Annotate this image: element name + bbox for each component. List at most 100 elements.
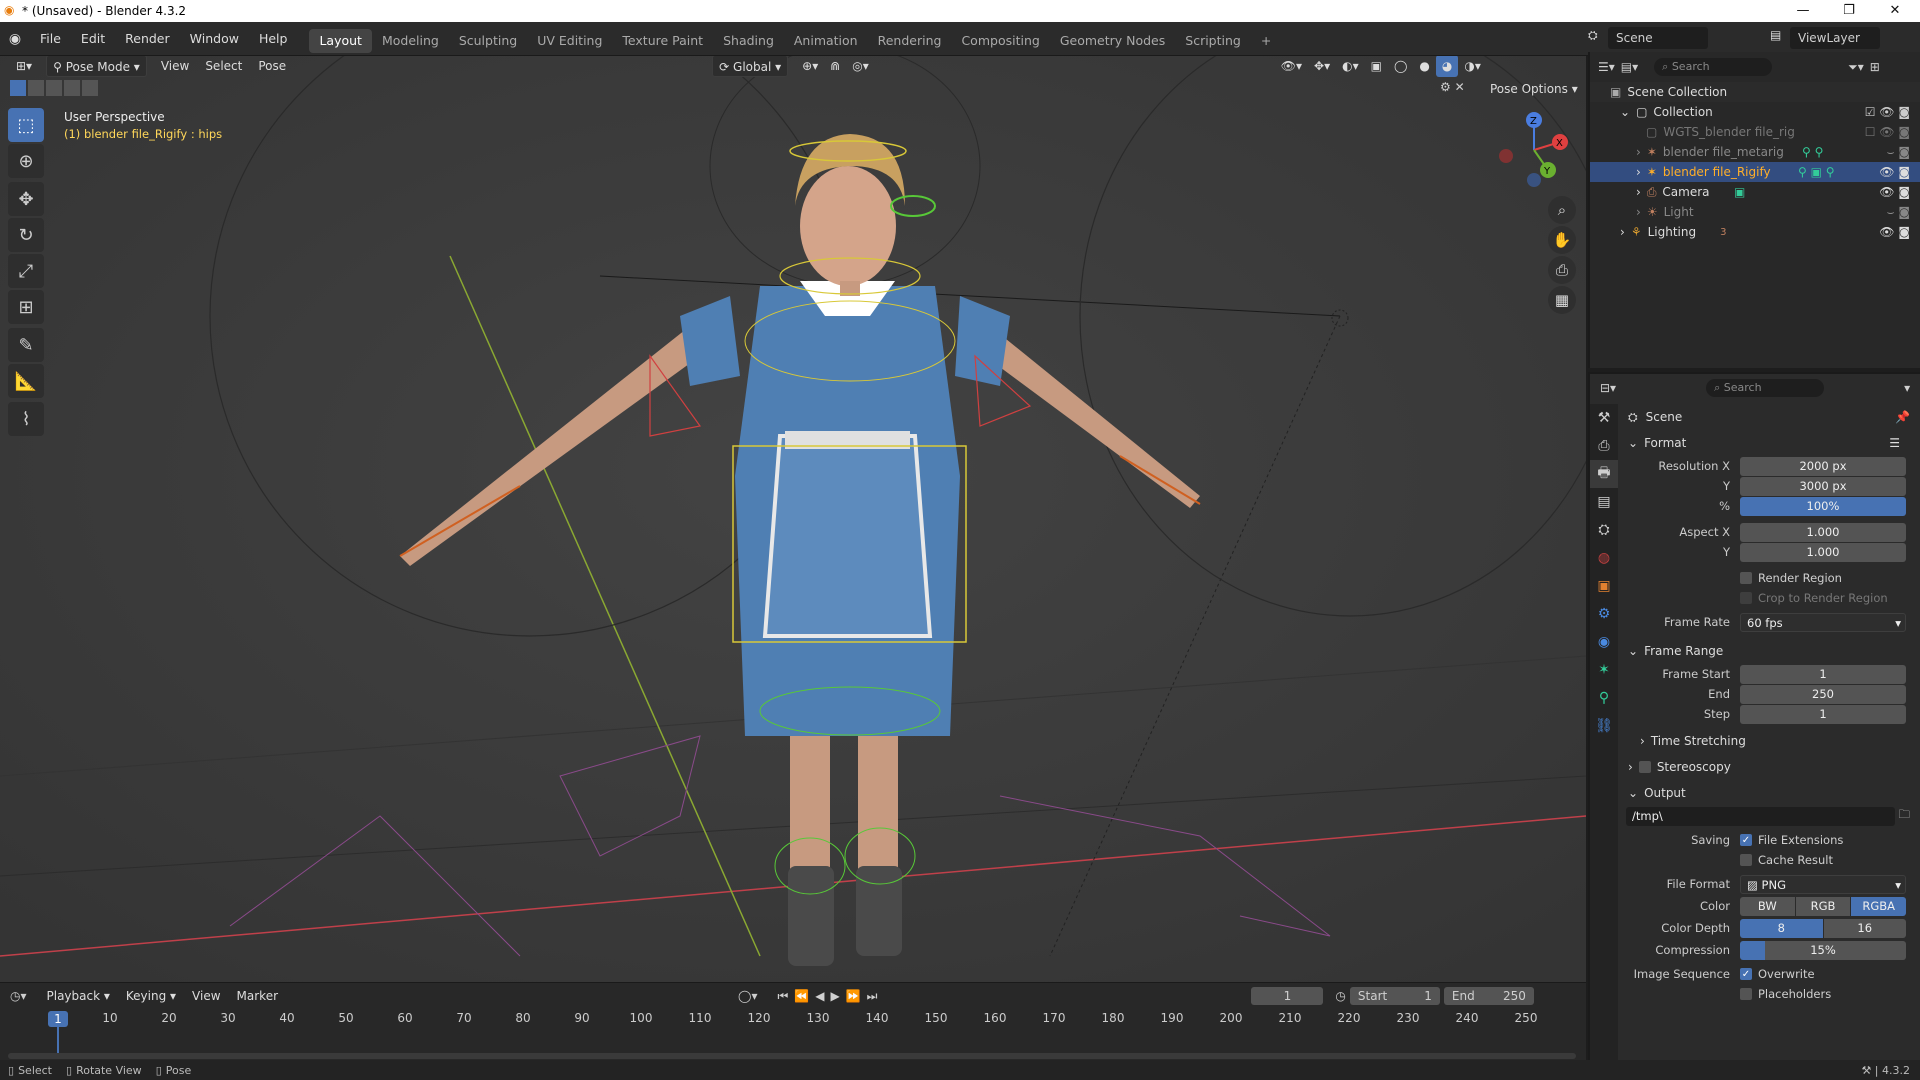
tab-layout[interactable]: Layout: [309, 29, 372, 53]
menu-edit[interactable]: Edit: [71, 22, 115, 56]
armature-data-tab-icon[interactable]: ✶: [1590, 656, 1618, 684]
camera-view-icon[interactable]: ⎙: [1548, 256, 1576, 284]
properties-search[interactable]: ⌕ Search: [1706, 379, 1825, 397]
frame-range-panel-header[interactable]: ⌄ Frame Range: [1620, 638, 1920, 664]
presets-icon[interactable]: ☰: [1889, 436, 1900, 450]
stereoscopy-panel-header[interactable]: › Stereoscopy: [1620, 754, 1920, 780]
pivot-icon[interactable]: ⊕▾: [796, 56, 824, 77]
properties-editor-icon[interactable]: ⊟▾: [1600, 381, 1616, 395]
menu-render[interactable]: Render: [115, 22, 180, 56]
pose-options-button[interactable]: Pose Options ▾: [1484, 78, 1584, 100]
add-workspace-button[interactable]: +: [1251, 29, 1281, 53]
resolution-x-field[interactable]: 2000 px: [1740, 456, 1906, 476]
outliner-item-light[interactable]: › ☀ Light ⌣ ◙: [1590, 202, 1920, 222]
new-collection-icon[interactable]: ⊞: [1870, 60, 1880, 74]
tab-geometry-nodes[interactable]: Geometry Nodes: [1050, 29, 1175, 53]
menu-keying[interactable]: Keying ▾: [120, 985, 182, 1007]
menu-marker[interactable]: Marker: [231, 985, 284, 1007]
menu-pose[interactable]: Pose: [252, 56, 292, 77]
select-invert-icon[interactable]: [64, 80, 80, 96]
transform-tool-icon[interactable]: ⊞: [8, 290, 44, 324]
aspect-y-field[interactable]: 1.000: [1740, 542, 1906, 562]
navigation-gizmo[interactable]: Z X Y: [1490, 110, 1570, 190]
menu-window[interactable]: Window: [180, 22, 249, 56]
rigify-visibility-icons[interactable]: 👁 ◙: [1879, 165, 1910, 179]
frame-step-field[interactable]: 1: [1740, 704, 1906, 724]
bone-size-tool-icon[interactable]: ⌇: [8, 402, 44, 436]
viewlayer-selector[interactable]: ViewLayer: [1790, 27, 1880, 49]
outliner-editor-icon[interactable]: ☰▾: [1598, 60, 1615, 74]
outliner-item-wgts[interactable]: ▢ WGTS_blender file_rig ☐ 👁 ◙: [1590, 122, 1920, 142]
outliner-item-lighting[interactable]: › ⚘ Lighting 3 👁 ◙: [1590, 222, 1920, 242]
rendered-shading-icon[interactable]: ◑▾: [1458, 56, 1487, 77]
ortho-grid-icon[interactable]: ▦: [1548, 286, 1576, 314]
view-layer-tab-icon[interactable]: ▤: [1590, 488, 1618, 516]
world-tab-icon[interactable]: ◍: [1590, 544, 1618, 572]
frame-rate-dropdown[interactable]: 60 fps ▾: [1740, 612, 1906, 632]
light-visibility-icons[interactable]: ⌣ ◙: [1887, 205, 1910, 220]
overwrite-checkbox[interactable]: ✓: [1740, 968, 1752, 980]
cache-result-checkbox[interactable]: [1740, 854, 1752, 866]
wireframe-shading-icon[interactable]: ◯: [1388, 56, 1413, 77]
render-region-row[interactable]: Render Region: [1620, 568, 1920, 588]
orientation-selector[interactable]: ⟳ Global ▾: [712, 56, 789, 77]
blender-menu-icon[interactable]: ◉: [0, 31, 30, 47]
select-subtract-icon[interactable]: [46, 80, 62, 96]
cursor-tool-icon[interactable]: ⊕: [8, 144, 44, 178]
timeline-scrollbar[interactable]: [8, 1053, 1576, 1059]
aspect-x-field[interactable]: 1.000: [1740, 522, 1906, 542]
zoom-icon[interactable]: ⌕: [1548, 196, 1576, 224]
material-shading-icon[interactable]: ◕: [1435, 56, 1459, 77]
scene-selector[interactable]: Scene: [1608, 27, 1708, 49]
select-box-tool-icon[interactable]: ⬚: [8, 108, 44, 142]
display-mode-icon[interactable]: ▤▾: [1621, 60, 1638, 74]
current-frame-field[interactable]: 1: [1251, 987, 1324, 1005]
select-intersect-icon[interactable]: [82, 80, 98, 96]
move-tool-icon[interactable]: ✥: [8, 182, 44, 216]
resolution-percent-field[interactable]: 100%: [1740, 496, 1906, 516]
select-new-icon[interactable]: [10, 80, 26, 96]
crop-region-row[interactable]: Crop to Render Region: [1620, 588, 1920, 608]
tab-shading[interactable]: Shading: [713, 29, 784, 53]
properties-options-icon[interactable]: ▾: [1904, 381, 1910, 395]
tab-sculpting[interactable]: Sculpting: [449, 29, 527, 53]
outliner-item-rigify[interactable]: › ✶ blender file_Rigify ⚲ ▣ ⚲ 👁 ◙: [1590, 162, 1920, 182]
tab-animation[interactable]: Animation: [784, 29, 868, 53]
tab-compositing[interactable]: Compositing: [951, 29, 1049, 53]
tool-tab-icon[interactable]: ⚒: [1590, 404, 1618, 432]
compression-slider[interactable]: 15%: [1740, 940, 1906, 960]
tab-scripting[interactable]: Scripting: [1175, 29, 1251, 53]
file-format-dropdown[interactable]: ▨ PNG ▾: [1740, 874, 1906, 894]
lighting-visibility-icons[interactable]: 👁 ◙: [1879, 225, 1910, 239]
bone-tab-icon[interactable]: ⚲: [1590, 684, 1618, 712]
pose-options-icon[interactable]: ⚙ ✕: [1440, 80, 1465, 94]
outliner-scene-collection[interactable]: ▣ Scene Collection: [1590, 82, 1920, 102]
stereoscopy-checkbox[interactable]: [1638, 761, 1651, 773]
camera-visibility-icons[interactable]: 👁 ◙: [1879, 185, 1910, 199]
tab-uv-editing[interactable]: UV Editing: [527, 29, 612, 53]
frame-start-field[interactable]: 1: [1740, 664, 1906, 684]
placeholders-checkbox[interactable]: [1740, 988, 1752, 1000]
output-path-field[interactable]: /tmp\: [1626, 806, 1895, 826]
menu-timeline-view[interactable]: View: [186, 985, 226, 1007]
visibility-icon[interactable]: 👁▾: [1275, 56, 1308, 77]
render-tab-icon[interactable]: ⎙: [1590, 432, 1618, 460]
bone-constraint-tab-icon[interactable]: ⛓: [1590, 712, 1618, 740]
crop-region-checkbox[interactable]: [1740, 592, 1752, 604]
mode-selector[interactable]: ⚲ Pose Mode ▾: [46, 56, 147, 77]
outliner-item-camera[interactable]: › ⎙ Camera ▣ 👁 ◙: [1590, 182, 1920, 202]
pin-icon[interactable]: 📌: [1895, 410, 1910, 424]
scene-tab-icon[interactable]: ⛭: [1590, 516, 1618, 544]
snap-icon[interactable]: ⋒: [824, 56, 846, 77]
auto-key-icon[interactable]: ◯▾: [738, 989, 757, 1003]
proportional-icon[interactable]: ◎▾: [846, 56, 875, 77]
xray-icon[interactable]: ▣: [1365, 56, 1388, 77]
object-tab-icon[interactable]: ▣: [1590, 572, 1618, 600]
depth-16-button[interactable]: 16: [1823, 918, 1906, 938]
color-bw-button[interactable]: BW: [1740, 896, 1795, 916]
3d-viewport[interactable]: ⊞▾ ⚲ Pose Mode ▾ View Select Pose ⟳ Glob…: [0, 56, 1586, 982]
output-panel-header[interactable]: ⌄ Output: [1620, 780, 1920, 806]
menu-view[interactable]: View: [155, 56, 195, 77]
start-frame-field[interactable]: Start 1: [1349, 987, 1440, 1005]
outliner-item-metarig[interactable]: › ✶ blender file_metarig ⚲ ⚲ ⌣ ◙: [1590, 142, 1920, 162]
